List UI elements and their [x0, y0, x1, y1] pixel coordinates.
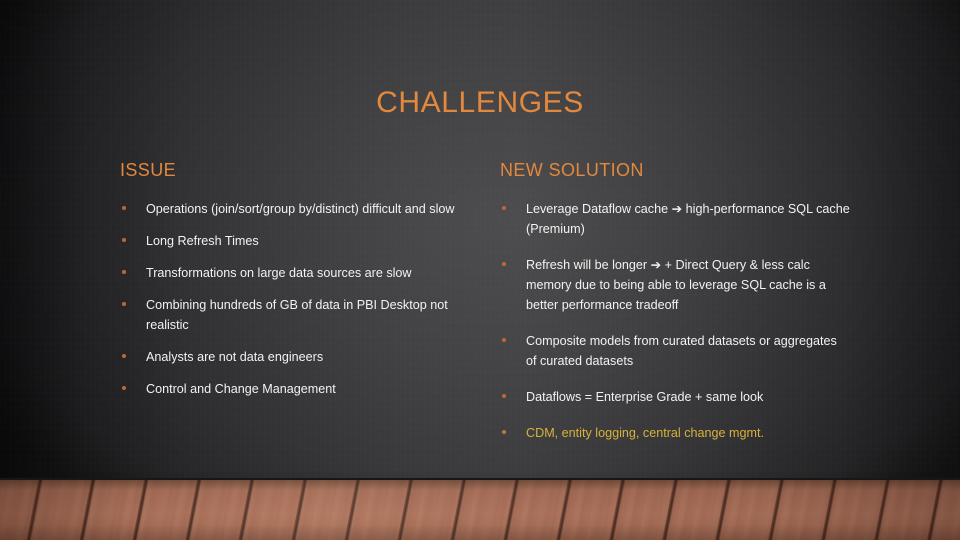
floor-lighting-overlay [0, 480, 960, 540]
list-item-text: Refresh will be longer ➔ + Direct Query … [526, 258, 826, 312]
list-item-text: Control and Change Management [146, 382, 336, 396]
list-item-text: Dataflows = Enterprise Grade + same look [526, 390, 764, 404]
issue-column-heading: ISSUE [120, 160, 177, 180]
list-item: Combining hundreds of GB of data in PBI … [120, 295, 475, 335]
list-item-text: Leverage Dataflow cache ➔ high-performan… [526, 202, 850, 236]
bullet-dot-icon [502, 262, 506, 266]
list-item: Composite models from curated datasets o… [500, 331, 850, 371]
bullet-dot-icon [122, 206, 126, 210]
list-item-text: Analysts are not data engineers [146, 350, 324, 364]
list-item-text: Transformations on large data sources ar… [146, 266, 412, 280]
presentation-slide: CHALLENGES ISSUE Operations (join/sort/g… [0, 0, 960, 540]
bullet-dot-icon [502, 338, 506, 342]
list-item: Control and Change Management [120, 379, 475, 399]
list-item: Refresh will be longer ➔ + Direct Query … [500, 255, 850, 315]
bullet-dot-icon [122, 238, 126, 242]
bullet-dot-icon [122, 270, 126, 274]
new-solution-column: NEW SOLUTION Leverage Dataflow cache ➔ h… [500, 160, 850, 459]
bullet-dot-icon [122, 386, 126, 390]
list-item: Leverage Dataflow cache ➔ high-performan… [500, 199, 850, 239]
bullet-dot-icon [502, 394, 506, 398]
issue-bullet-list: Operations (join/sort/group by/distinct)… [120, 199, 475, 399]
list-item: Transformations on large data sources ar… [120, 263, 475, 283]
list-item: Operations (join/sort/group by/distinct)… [120, 199, 475, 219]
bullet-dot-icon [502, 430, 506, 434]
list-item-text: Combining hundreds of GB of data in PBI … [146, 298, 448, 332]
list-item-text: Long Refresh Times [146, 234, 259, 248]
list-item: Dataflows = Enterprise Grade + same look [500, 387, 850, 407]
list-item-text: Composite models from curated datasets o… [526, 334, 837, 368]
list-item-highlighted: CDM, entity logging, central change mgmt… [500, 423, 850, 443]
new-solution-bullet-list: Leverage Dataflow cache ➔ high-performan… [500, 199, 850, 443]
bullet-dot-icon [122, 302, 126, 306]
list-item: Long Refresh Times [120, 231, 475, 251]
new-solution-column-heading: NEW SOLUTION [500, 160, 644, 180]
slide-title: CHALLENGES [376, 86, 584, 119]
slide-background-floor [0, 478, 960, 540]
issue-column: ISSUE Operations (join/sort/group by/dis… [120, 160, 475, 411]
list-item: Analysts are not data engineers [120, 347, 475, 367]
list-item-text: CDM, entity logging, central change mgmt… [526, 426, 764, 440]
list-item-text: Operations (join/sort/group by/distinct)… [146, 202, 455, 216]
bullet-dot-icon [122, 354, 126, 358]
bullet-dot-icon [502, 206, 506, 210]
